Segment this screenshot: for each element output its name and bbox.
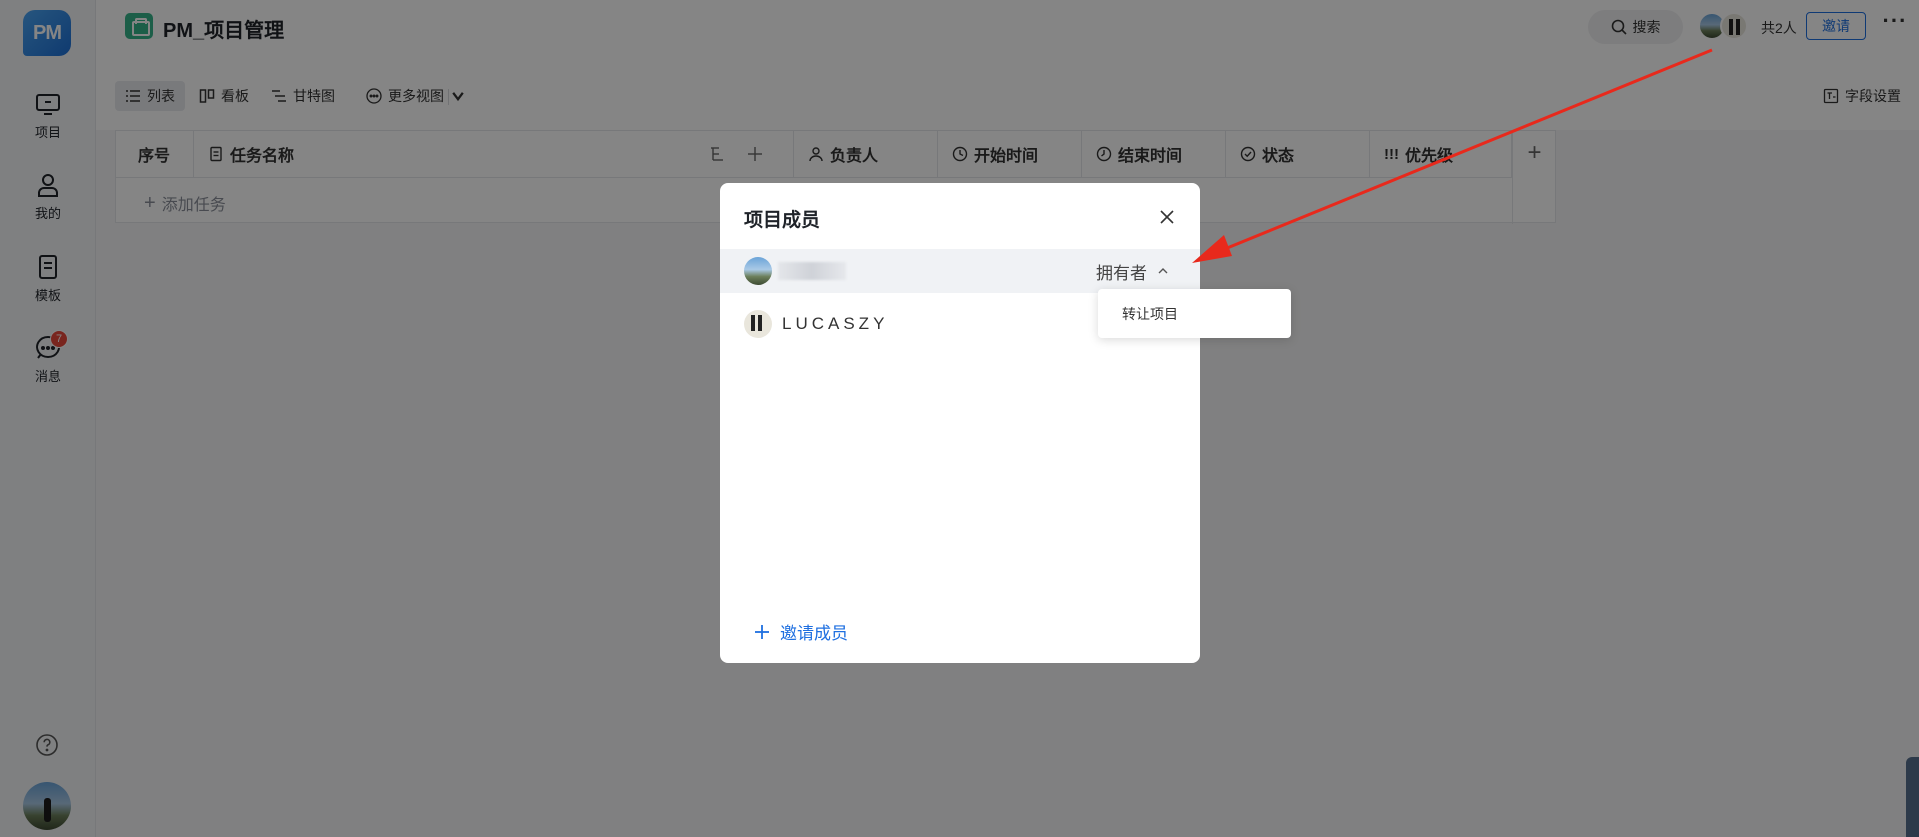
- close-icon[interactable]: [1156, 206, 1178, 228]
- chevron-up-icon: [1158, 268, 1168, 274]
- member-name: LUCASZY: [782, 314, 889, 333]
- member-avatar: [744, 257, 772, 285]
- member-role-dropdown[interactable]: 拥有者: [1096, 259, 1169, 284]
- floating-widget[interactable]: [1906, 757, 1919, 837]
- member-name-redacted: [778, 262, 846, 280]
- member-avatar: [744, 310, 772, 338]
- invite-member-button[interactable]: 邀请成员: [754, 619, 848, 644]
- dialog-title: 项目成员: [744, 210, 821, 231]
- transfer-project-option[interactable]: 转让项目: [1122, 304, 1178, 324]
- role-label: 拥有者: [1096, 263, 1147, 283]
- role-dropdown-menu: 转让项目: [1098, 289, 1291, 338]
- project-members-dialog: 项目成员 拥有者 LUCASZY 邀请成员: [720, 183, 1200, 663]
- member-row-owner[interactable]: 拥有者: [720, 249, 1200, 293]
- invite-member-label: 邀请成员: [780, 624, 848, 643]
- plus-icon: [755, 624, 769, 639]
